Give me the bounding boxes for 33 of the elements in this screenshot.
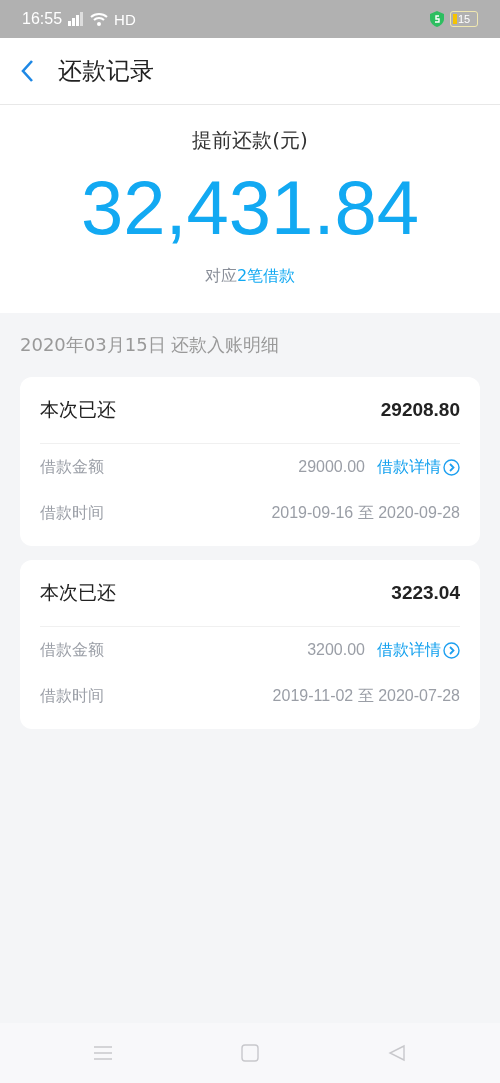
page-title: 还款记录 bbox=[58, 56, 154, 87]
section-title: 2020年03月15日 还款入账明细 bbox=[20, 333, 281, 357]
menu-icon bbox=[94, 1045, 113, 1061]
back-icon bbox=[20, 59, 34, 83]
clock-time: 16:55 bbox=[22, 10, 63, 28]
period-label: 借款时间 bbox=[40, 502, 104, 524]
chevron-circle-icon bbox=[443, 641, 460, 659]
signal-icon bbox=[68, 12, 85, 26]
network-label: HD bbox=[114, 10, 136, 28]
period-label: 借款时间 bbox=[40, 685, 104, 707]
chevron-circle-icon bbox=[443, 458, 460, 476]
paid-label: 本次已还 bbox=[40, 397, 116, 422]
back-triangle-icon bbox=[387, 1044, 406, 1062]
summary-label: 提前还款(元) bbox=[192, 127, 308, 154]
loan-amount: 3200.00 bbox=[307, 641, 365, 659]
paid-amount: 3223.04 bbox=[391, 582, 460, 604]
amount-label: 借款金额 bbox=[40, 639, 104, 661]
loan-period: 2019-11-02 至 2020-07-28 bbox=[272, 685, 460, 706]
paid-amount: 29208.80 bbox=[380, 399, 460, 421]
total-amount: 32,431.84 bbox=[80, 170, 420, 246]
amount-label: 借款金额 bbox=[40, 456, 104, 478]
wifi-icon bbox=[90, 12, 109, 26]
loan-detail-link[interactable]: 借款详情 bbox=[377, 456, 460, 478]
back-button[interactable] bbox=[20, 59, 34, 83]
loan-period: 2019-09-16 至 2020-09-28 bbox=[271, 502, 460, 523]
loan-count-link[interactable]: 2笔借款 bbox=[236, 266, 296, 287]
paid-label: 本次已还 bbox=[40, 580, 116, 605]
count-text: 对应 bbox=[204, 266, 237, 287]
home-icon bbox=[241, 1044, 259, 1062]
loan-detail-link[interactable]: 借款详情 bbox=[377, 639, 460, 661]
shield-icon bbox=[430, 11, 444, 27]
loan-amount: 29000.00 bbox=[298, 458, 365, 476]
battery-level: 15 bbox=[457, 13, 471, 25]
